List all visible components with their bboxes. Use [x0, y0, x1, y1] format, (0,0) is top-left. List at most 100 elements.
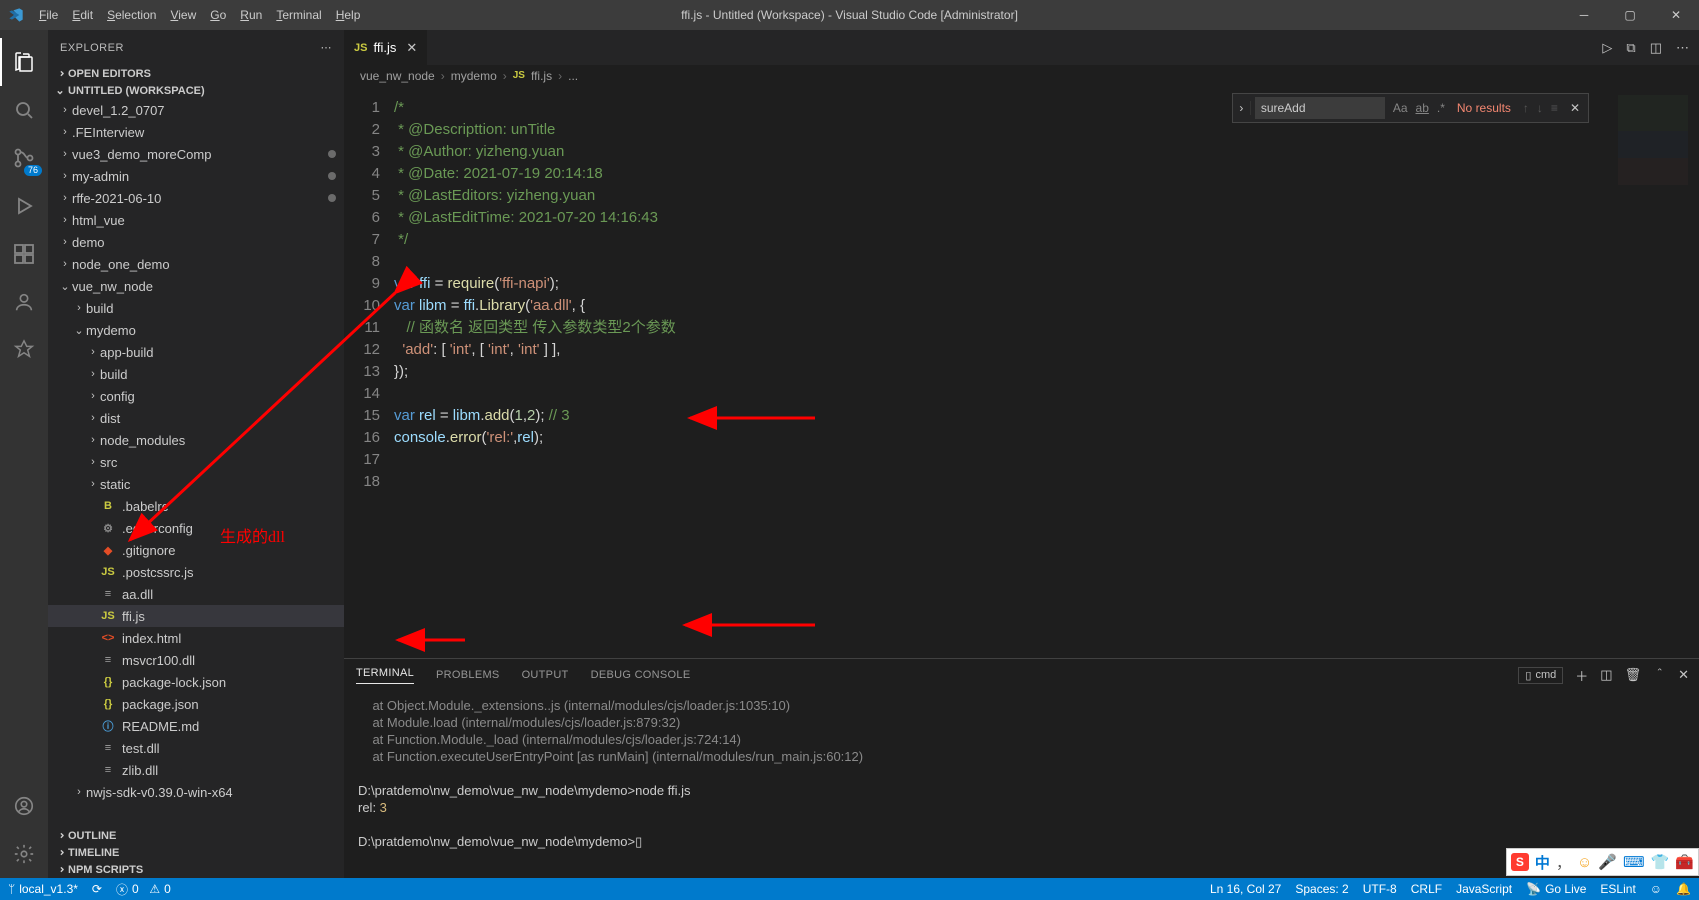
folder-mydemo[interactable]: ⌄mydemo: [48, 319, 344, 341]
breadcrumb-item[interactable]: ffi.js: [531, 69, 552, 83]
ime-mode[interactable]: 中: [1535, 852, 1550, 873]
terminal-shell-select[interactable]: ▯ cmd: [1518, 667, 1563, 684]
folder-devel-1-2-0707[interactable]: ›devel_1.2_0707: [48, 99, 344, 121]
folder-demo[interactable]: ›demo: [48, 231, 344, 253]
trash-icon[interactable]: 🗑: [1625, 667, 1642, 683]
file-aa-dll[interactable]: ·≡aa.dll: [48, 583, 344, 605]
ime-toolbox-icon[interactable]: 🧰: [1675, 853, 1694, 871]
split-editor-icon[interactable]: ◫: [1650, 40, 1662, 56]
folder-static[interactable]: ›static: [48, 473, 344, 495]
folder-html-vue[interactable]: ›html_vue: [48, 209, 344, 231]
eol[interactable]: CRLF: [1411, 882, 1442, 896]
find-input[interactable]: [1255, 97, 1385, 119]
git-branch[interactable]: ᛘ local_v1.3*: [8, 882, 78, 896]
run-icon[interactable]: ▷: [1602, 40, 1612, 56]
settings-gear-icon[interactable]: [0, 830, 48, 878]
file-index-html[interactable]: ·<>index.html: [48, 627, 344, 649]
file--gitignore[interactable]: ·◆.gitignore: [48, 539, 344, 561]
file-msvcr100-dll[interactable]: ·≡msvcr100.dll: [48, 649, 344, 671]
ime-punct-icon[interactable]: ，: [1556, 852, 1571, 873]
section-outline[interactable]: ⌄OUTLINE: [48, 827, 344, 844]
explorer-icon[interactable]: [0, 38, 48, 86]
folder-build[interactable]: ›build: [48, 297, 344, 319]
compare-icon[interactable]: ⧉: [1626, 40, 1635, 56]
menu-view[interactable]: View: [163, 8, 203, 22]
folder-rffe-2021-06-10[interactable]: ›rffe-2021-06-10: [48, 187, 344, 209]
notifications-icon[interactable]: 🔔: [1676, 882, 1691, 896]
find-selection-icon[interactable]: ≡: [1547, 101, 1562, 115]
whole-word-icon[interactable]: ab: [1412, 101, 1433, 115]
breadcrumb-item[interactable]: ...: [568, 69, 578, 83]
terminal[interactable]: at Object.Module._extensions..js (intern…: [344, 691, 1699, 878]
menu-terminal[interactable]: Terminal: [269, 8, 328, 22]
cursor-position[interactable]: Ln 16, Col 27: [1210, 882, 1281, 896]
panel-tab-debug-console[interactable]: DEBUG CONSOLE: [591, 669, 691, 681]
panel-tab-problems[interactable]: PROBLEMS: [436, 669, 500, 681]
folder-node-one-demo[interactable]: ›node_one_demo: [48, 253, 344, 275]
eslint-status[interactable]: ESLint: [1600, 882, 1635, 896]
find-expand-icon[interactable]: ›: [1233, 101, 1251, 115]
match-case-icon[interactable]: Aa: [1389, 101, 1412, 115]
file-package-lock-json[interactable]: ·{}package-lock.json: [48, 671, 344, 693]
folder-vue-nw-node[interactable]: ⌄vue_nw_node: [48, 275, 344, 297]
scm-icon[interactable]: 76: [0, 134, 48, 182]
folder-my-admin[interactable]: ›my-admin: [48, 165, 344, 187]
extra-icon[interactable]: [0, 326, 48, 374]
panel-close-icon[interactable]: ✕: [1678, 667, 1689, 683]
folder-build[interactable]: ›build: [48, 363, 344, 385]
remote-icon[interactable]: [0, 278, 48, 326]
menu-edit[interactable]: Edit: [65, 8, 100, 22]
window-close-icon[interactable]: ✕: [1653, 0, 1699, 30]
menu-file[interactable]: File: [32, 8, 65, 22]
folder-node-modules[interactable]: ›node_modules: [48, 429, 344, 451]
window-minimize-icon[interactable]: ─: [1561, 0, 1607, 30]
folder-nwjs-sdk-v0-39-0-win-x64[interactable]: ›nwjs-sdk-v0.39.0-win-x64: [48, 781, 344, 803]
menu-help[interactable]: Help: [329, 8, 368, 22]
ime-emoji-icon[interactable]: ☺: [1577, 854, 1592, 871]
ime-toolbar[interactable]: S 中 ， ☺ 🎤 ⌨ 👕 🧰: [1506, 848, 1699, 876]
ime-keyboard-icon[interactable]: ⌨: [1623, 853, 1645, 871]
code-editor[interactable]: › Aa ab .* No results ↑ ↓ ≡ ✕ 1234567891…: [344, 87, 1699, 658]
menu-run[interactable]: Run: [233, 8, 269, 22]
folder-config[interactable]: ›config: [48, 385, 344, 407]
tab-close-icon[interactable]: ✕: [406, 40, 417, 56]
search-icon[interactable]: [0, 86, 48, 134]
indentation[interactable]: Spaces: 2: [1295, 882, 1348, 896]
folder-vue3-demo-morecomp[interactable]: ›vue3_demo_moreComp: [48, 143, 344, 165]
tab-ffi-js[interactable]: JS ffi.js ✕: [344, 30, 428, 65]
section-npm[interactable]: ⌄NPM SCRIPTS: [48, 861, 344, 878]
ime-voice-icon[interactable]: 🎤: [1598, 853, 1617, 871]
folder-dist[interactable]: ›dist: [48, 407, 344, 429]
problems-count[interactable]: ⓧ 0 ⚠ 0: [116, 881, 171, 898]
ime-skin-icon[interactable]: 👕: [1651, 853, 1670, 871]
section-workspace[interactable]: ⌄UNTITLED (WORKSPACE): [48, 82, 344, 99]
menu-selection[interactable]: Selection: [100, 8, 163, 22]
section-open-editors[interactable]: ⌄OPEN EDITORS: [48, 65, 344, 82]
regex-icon[interactable]: .*: [1433, 101, 1449, 115]
more-icon[interactable]: ⋯: [321, 41, 333, 54]
menu-go[interactable]: Go: [203, 8, 233, 22]
section-timeline[interactable]: ⌄TIMELINE: [48, 844, 344, 861]
breadcrumbs[interactable]: vue_nw_node›mydemo›JS ffi.js›...: [344, 65, 1699, 87]
panel-tab-terminal[interactable]: TERMINAL: [356, 667, 414, 684]
split-terminal-icon[interactable]: ◫: [1600, 667, 1612, 683]
git-sync[interactable]: ⟳: [92, 882, 102, 896]
minimap[interactable]: [1609, 87, 1699, 658]
breadcrumb-item[interactable]: mydemo: [451, 69, 497, 83]
new-terminal-icon[interactable]: ＋: [1575, 666, 1588, 685]
file-ffi-js[interactable]: ·JSffi.js: [48, 605, 344, 627]
find-close-icon[interactable]: ✕: [1562, 101, 1588, 115]
more-icon[interactable]: ⋯: [1676, 40, 1689, 56]
file-zlib-dll[interactable]: ·≡zlib.dll: [48, 759, 344, 781]
folder--feinterview[interactable]: ›.FEInterview: [48, 121, 344, 143]
feedback-icon[interactable]: ☺: [1650, 882, 1662, 896]
account-icon[interactable]: [0, 782, 48, 830]
find-next-icon[interactable]: ↓: [1533, 101, 1547, 115]
find-prev-icon[interactable]: ↑: [1519, 101, 1533, 115]
file--editorconfig[interactable]: ·⚙.editorconfig: [48, 517, 344, 539]
chevron-up-icon[interactable]: ＾: [1653, 666, 1666, 685]
go-live[interactable]: 📡 Go Live: [1526, 882, 1586, 896]
file--babelrc[interactable]: ·B.babelrc: [48, 495, 344, 517]
folder-app-build[interactable]: ›app-build: [48, 341, 344, 363]
file-readme-md[interactable]: ·ⓘREADME.md: [48, 715, 344, 737]
